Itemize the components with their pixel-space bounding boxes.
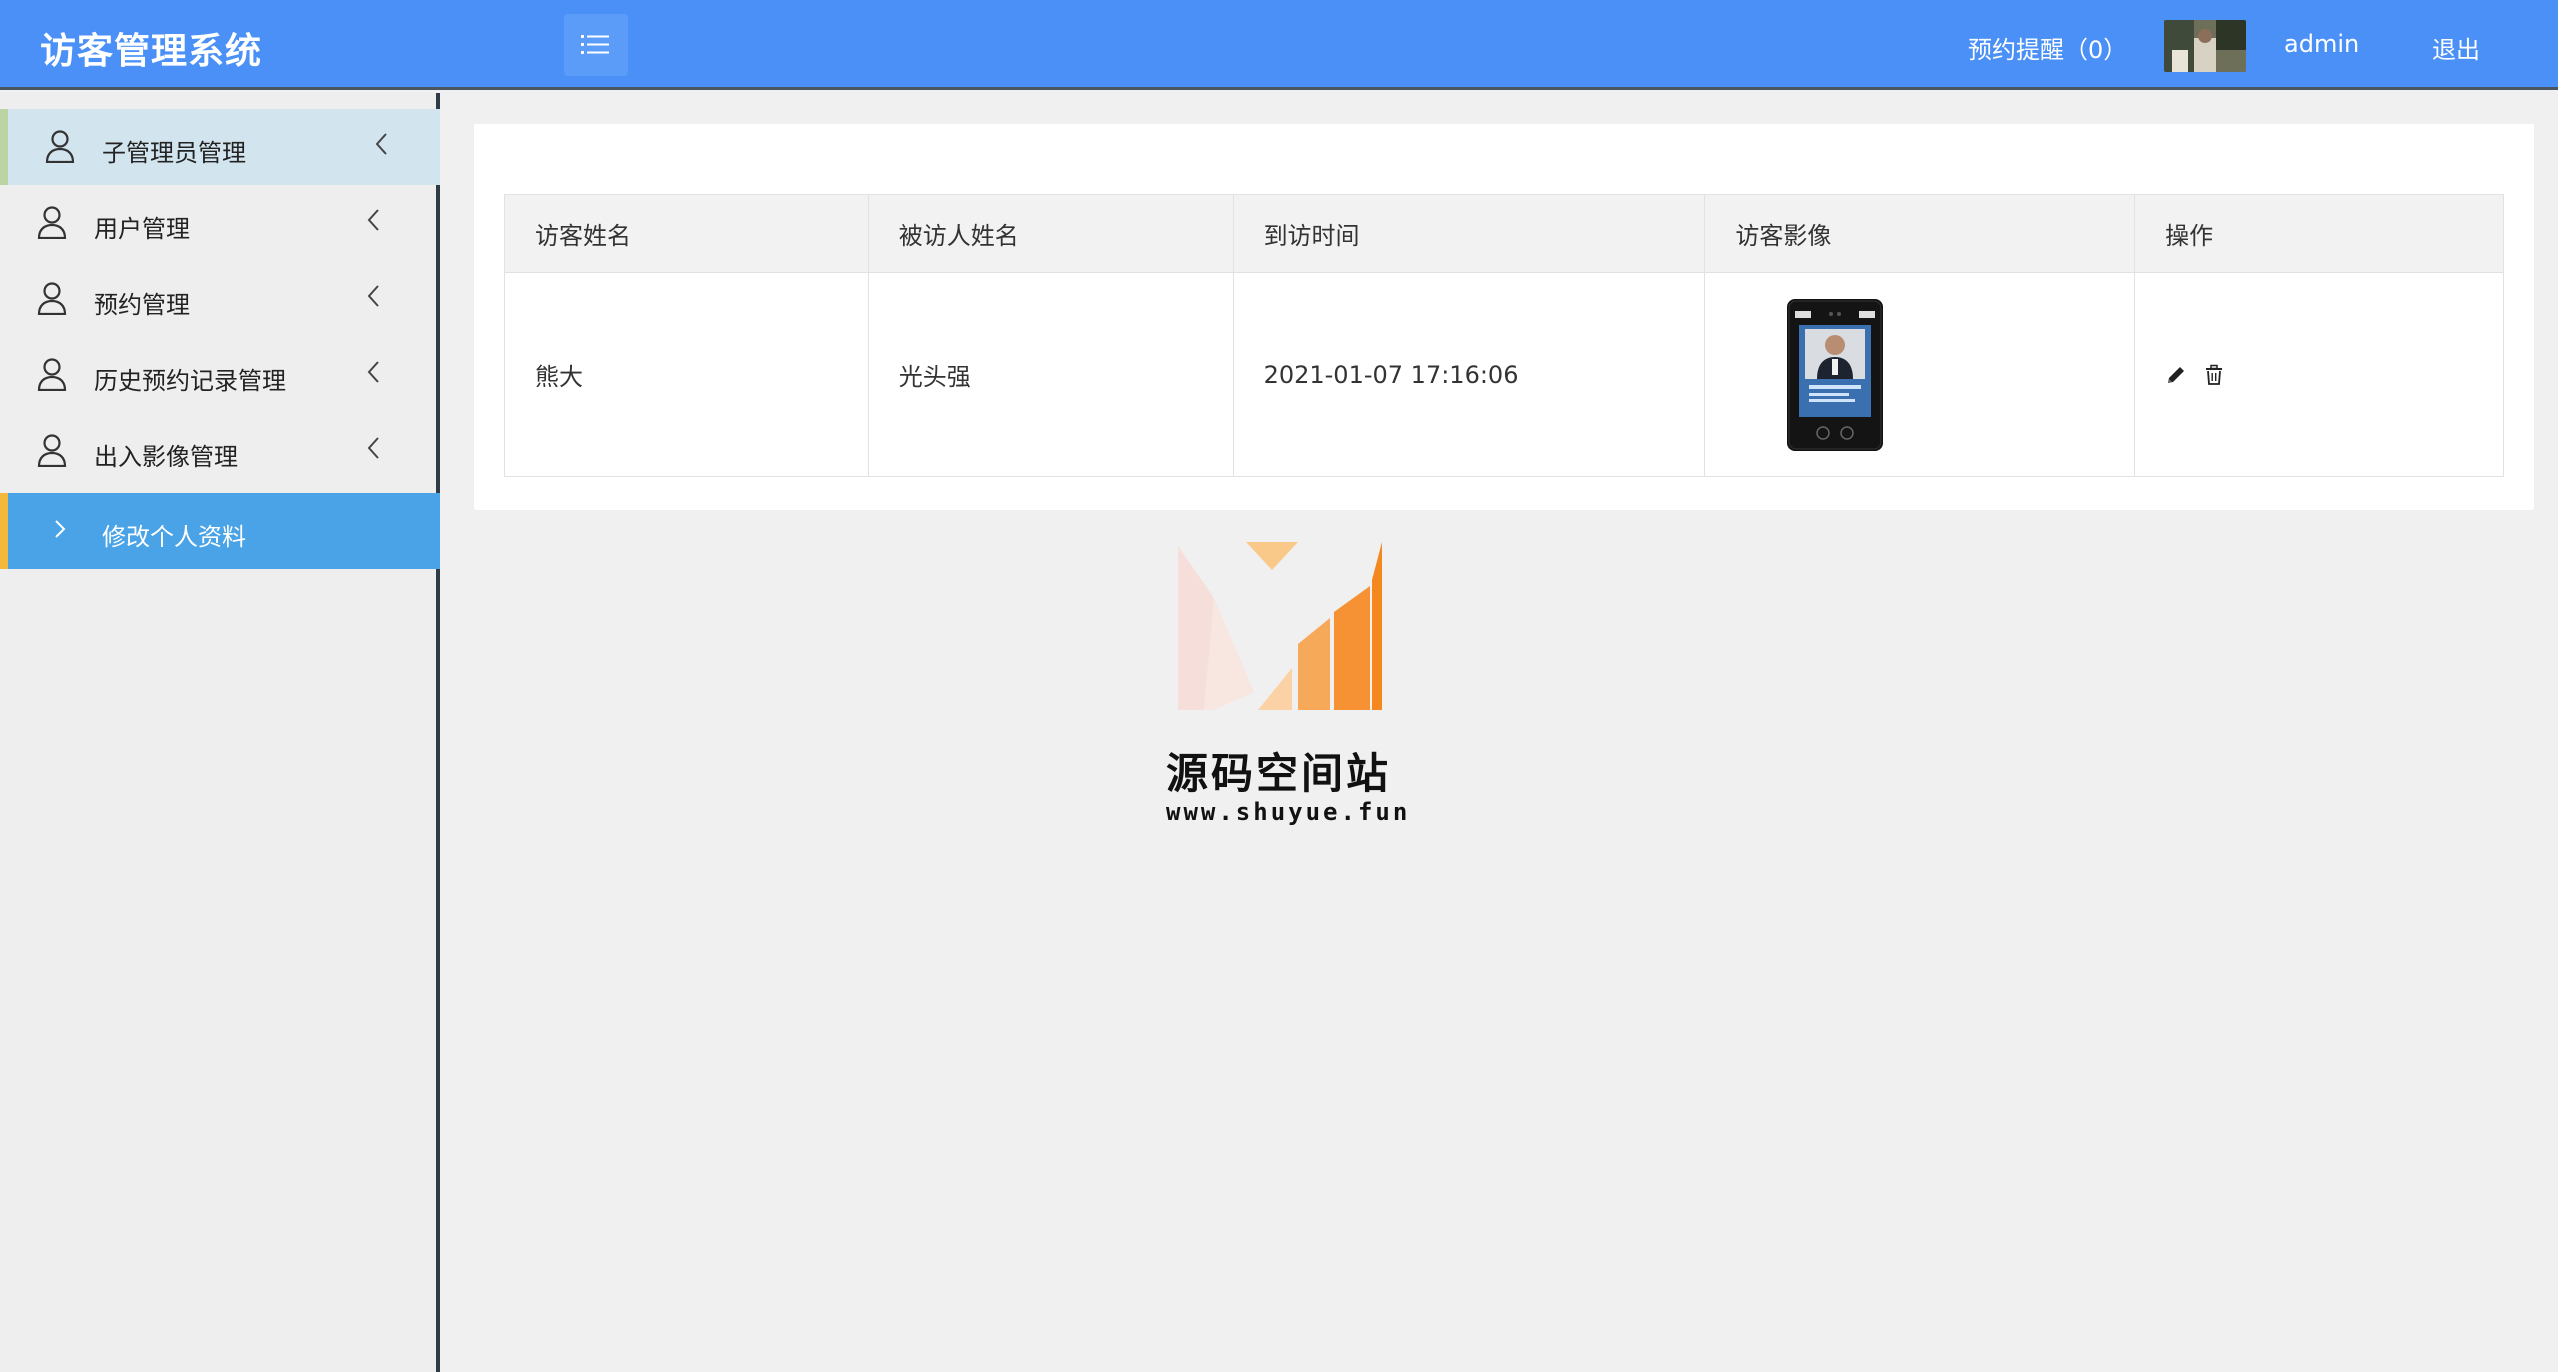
sidebar-item-edit-profile[interactable]: 修改个人资料 — [0, 493, 440, 569]
column-header: 访客姓名 — [504, 194, 869, 273]
sidebar-item-label: 用户管理 — [94, 215, 190, 243]
column-header: 到访时间 — [1232, 194, 1706, 273]
sidebar-item-label: 出入影像管理 — [94, 443, 238, 471]
reservation-reminder-link[interactable]: 预约提醒（0） — [1968, 30, 2127, 65]
user-icon — [37, 434, 67, 467]
sidebar-item-users[interactable]: 用户管理 — [0, 185, 440, 261]
logout-link[interactable]: 退出 — [2432, 30, 2480, 65]
actions-cell — [2134, 272, 2504, 477]
column-header: 被访人姓名 — [867, 194, 1234, 273]
avatar[interactable] — [2164, 20, 2246, 72]
chevron-left-icon — [367, 209, 379, 231]
top-header: 访客管理系统 预约提醒（0） admin 退出 — [0, 0, 2558, 90]
sidebar-item-label: 预约管理 — [94, 291, 190, 319]
sidebar-item-label: 子管理员管理 — [102, 139, 246, 167]
app-title: 访客管理系统 — [40, 31, 263, 72]
table-header-row: 访客姓名 被访人姓名 到访时间 访客影像 操作 — [504, 194, 2504, 273]
sidebar: 子管理员管理 用户管理 预约管理 历史预约记录管理 出入影像管理 修改个人资料 — [0, 93, 440, 1372]
watermark-url: www.shuyue.fun — [1166, 798, 1411, 826]
visit-time-cell: 2021-01-07 17:16:06 — [1232, 272, 1706, 477]
chevron-right-icon — [55, 520, 66, 538]
chevron-left-icon — [367, 285, 379, 307]
delete-icon[interactable] — [2203, 364, 2225, 386]
visitor-table: 访客姓名 被访人姓名 到访时间 访客影像 操作 熊大 光头强 2021-01-0… — [504, 194, 2504, 477]
sidebar-item-history[interactable]: 历史预约记录管理 — [0, 337, 440, 413]
column-header: 操作 — [2134, 194, 2504, 273]
table-row: 熊大 光头强 2021-01-07 17:16:06 — [504, 272, 2504, 477]
user-icon — [37, 358, 67, 391]
sidebar-item-access-images[interactable]: 出入影像管理 — [0, 413, 440, 489]
edit-icon[interactable] — [2165, 364, 2187, 386]
username[interactable]: admin — [2284, 30, 2359, 58]
host-name-cell: 光头强 — [867, 272, 1234, 477]
watermark-logo — [1178, 542, 1382, 710]
chevron-left-icon — [367, 437, 379, 459]
sidebar-item-reservations[interactable]: 预约管理 — [0, 261, 440, 337]
watermark-name: 源码空间站 — [1166, 749, 1392, 798]
user-icon — [45, 130, 75, 163]
sidebar-item-label: 修改个人资料 — [102, 523, 246, 551]
chevron-left-icon — [375, 133, 387, 155]
sidebar-item-label: 历史预约记录管理 — [94, 367, 286, 395]
column-header: 访客影像 — [1704, 194, 2136, 273]
menu-toggle-button[interactable] — [564, 14, 628, 76]
user-icon — [37, 282, 67, 315]
list-icon — [581, 35, 609, 54]
visitor-image-cell — [1704, 272, 2136, 477]
sidebar-item-sub-admin[interactable]: 子管理员管理 — [0, 109, 440, 185]
visitor-image[interactable] — [1787, 298, 1884, 451]
chevron-left-icon — [367, 361, 379, 383]
visitor-name-cell: 熊大 — [504, 272, 869, 477]
user-icon — [37, 206, 67, 239]
